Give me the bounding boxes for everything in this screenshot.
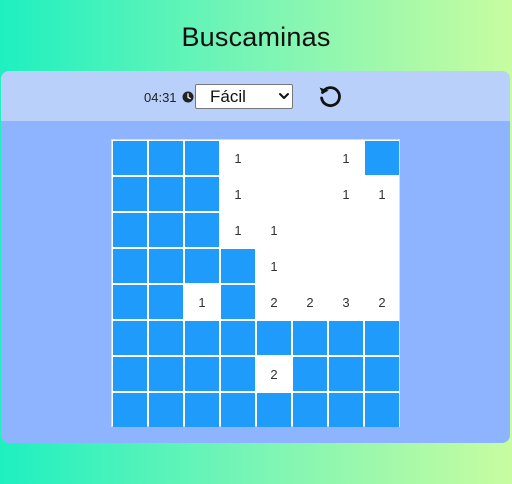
hidden-cell[interactable] [113,393,147,427]
hidden-cell[interactable] [149,213,183,247]
hidden-cell[interactable] [185,177,219,211]
revealed-cell[interactable] [365,213,399,247]
revealed-cell[interactable] [365,249,399,283]
hidden-cell[interactable] [365,321,399,355]
hidden-cell[interactable] [221,285,255,319]
revealed-cell[interactable]: 2 [257,357,291,391]
hidden-cell[interactable] [329,321,363,355]
revealed-cell[interactable] [257,177,291,211]
revealed-cell[interactable] [329,249,363,283]
revealed-cell[interactable]: 2 [293,285,327,319]
hidden-cell[interactable] [113,321,147,355]
hidden-cell[interactable] [149,249,183,283]
revealed-cell[interactable] [293,177,327,211]
hidden-cell[interactable] [221,357,255,391]
revealed-cell[interactable]: 1 [221,177,255,211]
hidden-cell[interactable] [149,393,183,427]
hidden-cell[interactable] [329,357,363,391]
revealed-cell[interactable] [293,141,327,175]
hidden-cell[interactable] [257,321,291,355]
revealed-cell[interactable] [257,141,291,175]
hidden-cell[interactable] [365,141,399,175]
hidden-cell[interactable] [185,393,219,427]
revealed-cell[interactable]: 1 [329,141,363,175]
hidden-cell[interactable] [113,285,147,319]
hidden-cell[interactable] [365,393,399,427]
minesweeper-board: 11111111122322 [111,139,400,427]
hidden-cell[interactable] [293,357,327,391]
revealed-cell[interactable]: 1 [221,141,255,175]
hidden-cell[interactable] [293,321,327,355]
hidden-cell[interactable] [113,357,147,391]
timer: 04:31 [144,90,177,105]
game-panel: 04:31 Fácil 11111111122322 [1,71,510,443]
game-title: Buscaminas [181,22,331,52]
hidden-cell[interactable] [113,249,147,283]
hidden-cell[interactable] [221,249,255,283]
revealed-cell[interactable]: 1 [257,249,291,283]
hidden-cell[interactable] [257,393,291,427]
hidden-cell[interactable] [185,249,219,283]
revealed-cell[interactable] [293,213,327,247]
hidden-cell[interactable] [113,141,147,175]
hidden-cell[interactable] [329,393,363,427]
hidden-cell[interactable] [293,393,327,427]
hidden-cell[interactable] [113,177,147,211]
hidden-cell[interactable] [149,177,183,211]
hidden-cell[interactable] [185,357,219,391]
revealed-cell[interactable]: 2 [365,285,399,319]
hidden-cell[interactable] [149,141,183,175]
hidden-cell[interactable] [185,141,219,175]
hidden-cell[interactable] [365,357,399,391]
difficulty-select[interactable]: Fácil [195,84,293,109]
revealed-cell[interactable]: 1 [365,177,399,211]
hidden-cell[interactable] [185,213,219,247]
hidden-cell[interactable] [221,321,255,355]
hidden-cell[interactable] [149,357,183,391]
revealed-cell[interactable]: 2 [257,285,291,319]
revealed-cell[interactable]: 1 [329,177,363,211]
toolbar: 04:31 Fácil [1,71,510,121]
hidden-cell[interactable] [221,393,255,427]
revealed-cell[interactable] [329,213,363,247]
restart-icon[interactable] [317,83,343,109]
revealed-cell[interactable]: 3 [329,285,363,319]
hidden-cell[interactable] [149,321,183,355]
revealed-cell[interactable]: 1 [257,213,291,247]
hidden-cell[interactable] [113,213,147,247]
revealed-cell[interactable]: 1 [185,285,219,319]
hidden-cell[interactable] [149,285,183,319]
revealed-cell[interactable] [293,249,327,283]
clock-icon [182,91,194,103]
revealed-cell[interactable]: 1 [221,213,255,247]
hidden-cell[interactable] [185,321,219,355]
